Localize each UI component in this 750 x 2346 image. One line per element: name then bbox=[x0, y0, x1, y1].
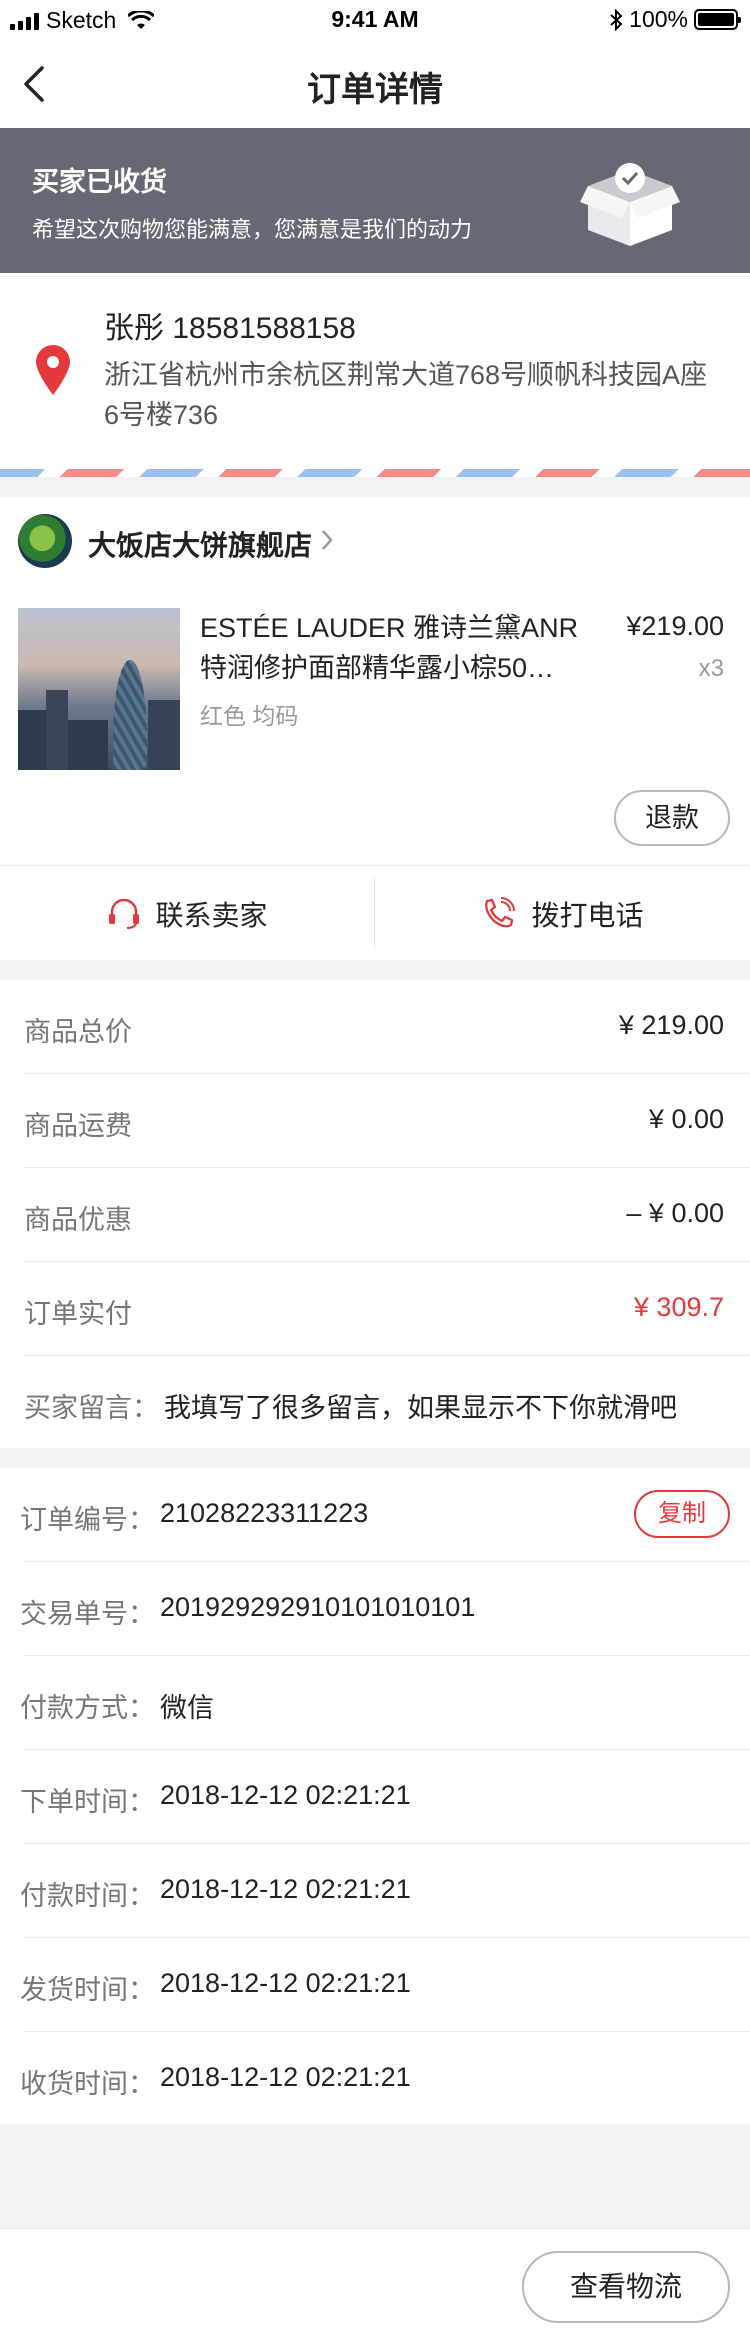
price-row-discount: 商品优惠 – ¥ 0.00 bbox=[0, 1168, 750, 1262]
ship-time-row: 发货时间： 2018-12-12 02:21:21 bbox=[0, 1938, 750, 2032]
price-value: – ¥ 0.00 bbox=[626, 1198, 724, 1228]
contact-seller-label: 联系卖家 bbox=[155, 899, 268, 931]
price-label: 商品总价 bbox=[24, 1017, 132, 1047]
address-detail: 浙江省杭州市余杭区荆常大道768号顺帆科技园A座6号楼736 bbox=[104, 360, 708, 430]
shop-avatar[interactable] bbox=[18, 514, 72, 568]
shop-name[interactable]: 大饭店大饼旗舰店 bbox=[88, 524, 312, 564]
recipient-name-phone: 张彤 18581588158 bbox=[104, 312, 356, 345]
product-image[interactable] bbox=[18, 608, 180, 770]
order-info: 订单编号： 21028223311223 复制 交易单号： 2019292929… bbox=[0, 1468, 750, 2124]
info-value: 2018-12-12 02:21:21 bbox=[160, 1780, 411, 1810]
contact-seller-button[interactable]: 联系卖家 bbox=[0, 866, 375, 961]
bluetooth-icon bbox=[610, 8, 623, 31]
info-label: 订单编号： bbox=[20, 1505, 155, 1535]
order-status-title: 买家已收货 bbox=[32, 167, 167, 197]
call-phone-button[interactable]: 拨打电话 bbox=[375, 866, 750, 961]
price-value: ¥ 0.00 bbox=[648, 1104, 724, 1134]
price-row-total: 商品总价 ¥ 219.00 bbox=[0, 980, 750, 1074]
address-divider-stripe bbox=[0, 469, 750, 477]
info-value: 2018-12-12 02:21:21 bbox=[160, 1874, 411, 1904]
info-label: 交易单号： bbox=[20, 1599, 155, 1629]
info-value: 微信 bbox=[160, 1693, 214, 1723]
product-spec: 红色 均码 bbox=[200, 703, 299, 729]
status-right: 100% bbox=[609, 6, 741, 33]
call-phone-label: 拨打电话 bbox=[531, 899, 644, 931]
contact-row: 联系卖家 拨打电话 bbox=[0, 865, 750, 960]
shipping-address[interactable]: 张彤 18581588158 浙江省杭州市余杭区荆常大道768号顺帆科技园A座6… bbox=[0, 273, 750, 469]
info-label: 付款时间： bbox=[20, 1881, 155, 1911]
info-label: 发货时间： bbox=[20, 1975, 155, 2005]
product-quantity: x3 bbox=[698, 655, 724, 682]
transaction-number-row: 交易单号： 201929292910101010101 bbox=[0, 1562, 750, 1656]
info-label: 付款方式： bbox=[20, 1693, 155, 1723]
buyer-note-text: 我填写了很多留言，如果显示不下你就滑吧 bbox=[164, 1393, 677, 1423]
paid-amount: ¥ 309.7 bbox=[633, 1292, 724, 1322]
price-row-shipping: 商品运费 ¥ 0.00 bbox=[0, 1074, 750, 1168]
headset-icon bbox=[109, 898, 140, 929]
info-value: 2018-12-12 02:21:21 bbox=[160, 1968, 411, 1998]
info-label: 收货时间： bbox=[20, 2069, 155, 2099]
info-label: 下单时间： bbox=[20, 1787, 155, 1817]
location-pin-icon bbox=[36, 345, 70, 395]
receive-time-row: 收货时间： 2018-12-12 02:21:21 bbox=[0, 2032, 750, 2126]
battery-level bbox=[698, 13, 734, 26]
product-title[interactable]: ESTÉE LAUDER 雅诗兰黛ANR特润修护面部精华露小棕50… bbox=[200, 608, 600, 688]
price-row-paid: 订单实付 ¥ 309.7 bbox=[0, 1262, 750, 1356]
order-time-row: 下单时间： 2018-12-12 02:21:21 bbox=[0, 1750, 750, 1844]
chevron-right-icon[interactable] bbox=[320, 528, 334, 552]
price-label: 商品优惠 bbox=[24, 1205, 132, 1235]
price-label: 商品运费 bbox=[24, 1111, 132, 1141]
nav-bar: 订单详情 bbox=[0, 40, 750, 128]
battery-percent: 100% bbox=[629, 6, 688, 32]
order-status-subtitle: 希望这次购物您能满意，您满意是我们的动力 bbox=[32, 217, 473, 242]
order-status-banner: 买家已收货 希望这次购物您能满意，您满意是我们的动力 bbox=[0, 128, 750, 273]
bottom-action-bar: 查看物流 bbox=[0, 2228, 750, 2346]
buyer-note-row: 买家留言： 我填写了很多留言，如果显示不下你就滑吧 bbox=[0, 1356, 750, 1450]
copy-button[interactable]: 复制 bbox=[634, 1490, 730, 1538]
phone-icon bbox=[485, 896, 516, 927]
price-value: ¥ 219.00 bbox=[618, 1010, 724, 1040]
order-number: 21028223311223 bbox=[160, 1498, 369, 1528]
info-value: 201929292910101010101 bbox=[160, 1592, 476, 1622]
view-logistics-button[interactable]: 查看物流 bbox=[522, 2251, 730, 2323]
buyer-note-label: 买家留言： bbox=[24, 1393, 159, 1423]
payment-method-row: 付款方式： 微信 bbox=[0, 1656, 750, 1750]
page-title: 订单详情 bbox=[307, 71, 443, 109]
status-bar: Sketch 9:41 AM 100% bbox=[0, 0, 750, 40]
refund-button[interactable]: 退款 bbox=[614, 790, 730, 846]
product-price: ¥219.00 bbox=[626, 611, 724, 641]
order-item-card: 大饭店大饼旗舰店 ESTÉE LAUDER 雅诗兰黛ANR特润修护面部精华露小棕… bbox=[0, 497, 750, 960]
price-summary: 商品总价 ¥ 219.00 商品运费 ¥ 0.00 商品优惠 – ¥ 0.00 … bbox=[0, 980, 750, 1448]
battery-icon bbox=[694, 9, 741, 30]
info-value: 2018-12-12 02:21:21 bbox=[160, 2062, 411, 2092]
payment-time-row: 付款时间： 2018-12-12 02:21:21 bbox=[0, 1844, 750, 1938]
box-check-icon bbox=[580, 163, 680, 246]
order-number-row: 订单编号： 21028223311223 复制 bbox=[0, 1468, 750, 1562]
price-label: 订单实付 bbox=[24, 1299, 132, 1329]
